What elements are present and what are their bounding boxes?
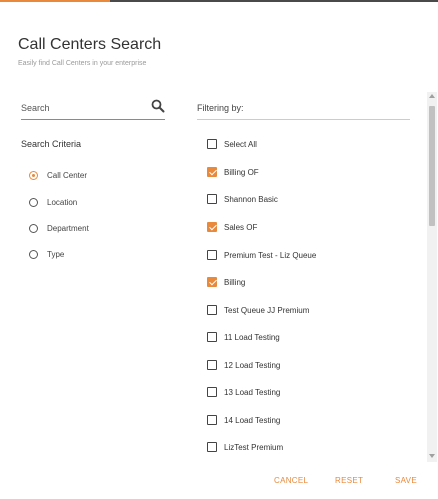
list-item[interactable]: 14 Load Testing — [207, 413, 280, 427]
reset-button[interactable]: RESET — [335, 476, 363, 485]
call-centers-search-dialog: Call Centers Search Easily find Call Cen… — [0, 2, 438, 499]
call-center-list: Select All Billing OF Shannon Basic Sale… — [207, 132, 417, 456]
list-item[interactable]: Sales OF — [207, 220, 257, 234]
cancel-button[interactable]: CANCEL — [274, 476, 308, 485]
radio-department[interactable]: Department — [29, 221, 89, 235]
radio-type[interactable]: Type — [29, 247, 64, 261]
list-item[interactable]: Billing — [207, 275, 245, 289]
dialog-subtitle: Easily find Call Centers in your enterpr… — [18, 60, 147, 67]
checkbox[interactable] — [207, 167, 217, 177]
checkbox[interactable] — [207, 277, 217, 287]
list-item[interactable]: Shannon Basic — [207, 192, 278, 206]
search-icon[interactable] — [151, 99, 165, 113]
checkbox[interactable] — [207, 332, 217, 342]
radio-call-center[interactable]: Call Center — [29, 168, 87, 182]
list-item[interactable]: Billing OF — [207, 165, 259, 179]
checkbox[interactable] — [207, 360, 217, 370]
radio-label: Location — [47, 197, 78, 207]
search-field — [21, 98, 165, 120]
list-scrollbar[interactable] — [427, 92, 437, 462]
list-item[interactable]: 12 Load Testing — [207, 358, 280, 372]
list-item-label: Premium Test - Liz Queue — [224, 250, 317, 260]
list-item[interactable]: Premium Test - Liz Queue — [207, 248, 316, 262]
scroll-up-icon[interactable] — [429, 94, 435, 98]
checkbox[interactable] — [207, 250, 217, 260]
list-item-select-all[interactable]: Select All — [207, 137, 257, 151]
list-item-label: 11 Load Testing — [224, 332, 280, 342]
scroll-thumb[interactable] — [429, 106, 435, 226]
list-item-label: LizTest Premium — [224, 442, 284, 452]
search-input[interactable] — [21, 100, 141, 116]
radio-location[interactable]: Location — [29, 195, 77, 209]
list-item-label: Select All — [224, 139, 257, 149]
list-item-label: 12 Load Testing — [224, 360, 281, 370]
radio-button[interactable] — [29, 249, 38, 259]
list-item[interactable]: 11 Load Testing — [207, 330, 280, 344]
list-item-label: Sales OF — [224, 222, 258, 232]
filter-divider — [197, 119, 410, 120]
checkbox[interactable] — [207, 194, 217, 204]
radio-label: Department — [47, 223, 89, 233]
radio-label: Type — [47, 249, 65, 259]
search-criteria-label: Search Criteria — [21, 139, 82, 149]
list-item-label: Billing — [224, 277, 246, 287]
scroll-down-icon[interactable] — [429, 454, 435, 458]
save-button[interactable]: SAVE — [395, 476, 417, 485]
radio-button[interactable] — [29, 223, 38, 233]
list-item-label: 14 Load Testing — [224, 415, 281, 425]
list-item[interactable]: 13 Load Testing — [207, 385, 280, 399]
list-item[interactable]: Test Queue JJ Premium — [207, 303, 309, 317]
radio-label: Call Center — [47, 170, 88, 180]
list-item-label: Test Queue JJ Premium — [224, 305, 310, 315]
checkbox[interactable] — [207, 442, 217, 452]
checkbox[interactable] — [207, 415, 217, 425]
list-item-label: Billing OF — [224, 167, 259, 177]
list-item[interactable]: LizTest Premium — [207, 440, 283, 454]
checkbox[interactable] — [207, 139, 217, 149]
dialog-title: Call Centers Search — [18, 36, 162, 53]
checkbox[interactable] — [207, 305, 217, 315]
list-item-label: Shannon Basic — [224, 194, 278, 204]
radio-button[interactable] — [29, 170, 38, 180]
checkbox[interactable] — [207, 222, 217, 232]
filtering-by-label: Filtering by: — [197, 103, 244, 113]
list-item-label: 13 Load Testing — [224, 387, 281, 397]
checkbox[interactable] — [207, 387, 217, 397]
radio-button[interactable] — [29, 197, 38, 207]
